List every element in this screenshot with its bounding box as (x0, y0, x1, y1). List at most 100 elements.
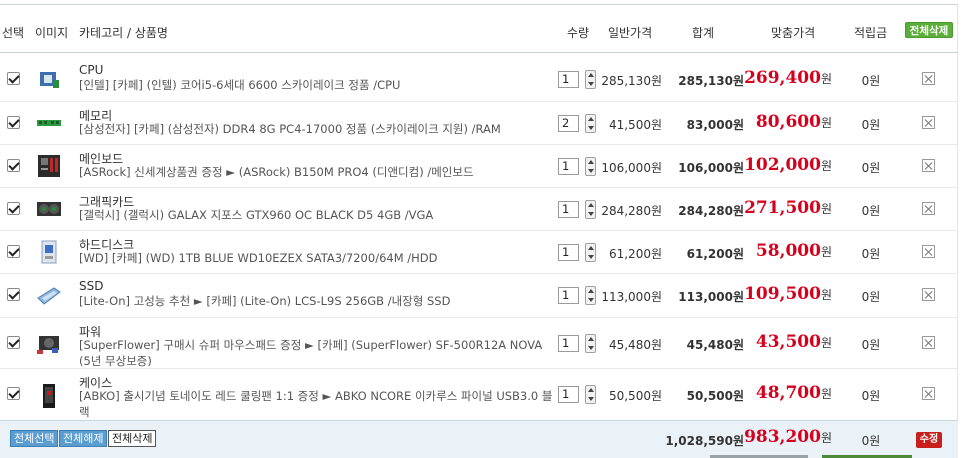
cart-footer: 전체선택 전체해제 전체삭제 1,028,590원 983,200원 0원 수정 (0, 420, 958, 458)
motherboard-icon[interactable] (36, 153, 62, 179)
item-points: 0원 (861, 160, 881, 175)
delete-all-button[interactable]: 전체삭제 (108, 430, 157, 447)
item-name[interactable]: [Lite-On] 고성능 추천 ► [카페] (Lite-On) LCS-L9… (79, 293, 554, 309)
quantity-stepper[interactable] (585, 286, 596, 305)
quantity-input[interactable]: 1 (558, 386, 579, 403)
case-icon[interactable] (36, 381, 62, 408)
won-unit: 원 (820, 158, 832, 173)
quantity-stepper[interactable] (585, 156, 596, 176)
header-price: 일반가격 (608, 26, 653, 40)
won-unit: 원 (820, 201, 832, 216)
item-name[interactable]: [SuperFlower] 구매시 슈퍼 마우스패드 증정 ► [카페] (Su… (79, 337, 554, 369)
table-header: 선택 이미지 카테고리 / 상품명 수량 일반가격 합계 맞춤가격 적립금 (0, 18, 958, 46)
delete-item-icon[interactable] (922, 158, 935, 172)
fit-price-value: 102,000 (744, 154, 821, 175)
item-points: 0원 (861, 389, 881, 403)
fit-price-value: 109,500 (744, 284, 821, 304)
edit-button[interactable]: 수정 (916, 432, 942, 448)
total-price: 1,028,590원 (665, 434, 744, 448)
fit-price-value: 269,400 (744, 68, 821, 88)
header-points: 적립금 (854, 26, 888, 40)
item-checkbox[interactable] (7, 72, 20, 85)
quantity-input[interactable]: 1 (558, 334, 579, 352)
item-sum: 285,130원 (678, 74, 744, 88)
item-checkbox[interactable] (7, 158, 20, 172)
item-price: 113,000원 (601, 290, 662, 304)
item-name[interactable]: [ASRock] 신세계상품권 증정 ► (ASRock) B150M PRO4… (79, 164, 554, 180)
item-checkbox[interactable] (7, 387, 20, 400)
delete-item-icon[interactable] (922, 72, 935, 85)
psu-icon[interactable] (36, 330, 62, 356)
won-unit: 원 (820, 115, 832, 130)
quantity-stepper[interactable] (585, 333, 596, 353)
quantity-input[interactable]: 1 (558, 157, 579, 175)
won-unit: 원 (820, 431, 832, 445)
delete-item-icon[interactable] (922, 335, 935, 349)
item-price: 41,500원 (608, 117, 662, 132)
item-name[interactable]: [ABKO] 출시기념 토네이도 레드 쿨링팬 1:1 증정 ► ABKO NC… (79, 388, 554, 420)
quantity-input[interactable]: 1 (558, 200, 579, 218)
delete-item-icon[interactable] (922, 288, 935, 301)
won-unit: 원 (820, 72, 832, 86)
quantity-input[interactable]: 1 (558, 243, 579, 261)
item-points: 0원 (861, 117, 881, 132)
won-unit: 원 (820, 387, 832, 401)
quantity-stepper[interactable] (585, 199, 596, 219)
header-category-name: 카테고리 / 상품명 (79, 26, 168, 40)
ram-icon[interactable] (36, 110, 62, 136)
header-select: 선택 (2, 26, 25, 40)
delete-item-icon[interactable] (922, 244, 935, 258)
item-name[interactable]: [WD] [카페] (WD) 1TB BLUE WD10EZEX SATA3/7… (79, 250, 554, 266)
item-category: SSD (79, 279, 104, 293)
item-points: 0원 (861, 74, 881, 88)
delete-item-icon[interactable] (922, 387, 935, 400)
item-fit-price: 48,700원 (740, 383, 832, 403)
header-fit-price: 맞춤가격 (771, 26, 816, 40)
fit-total-price: 983,200원 (740, 427, 832, 447)
item-price: 284,280원 (601, 203, 662, 218)
won-unit: 원 (820, 335, 832, 350)
item-sum: 83,000원 (686, 117, 744, 132)
item-checkbox[interactable] (7, 115, 20, 129)
item-checkbox[interactable] (7, 244, 20, 258)
select-all-button[interactable]: 전체선택 (10, 430, 59, 447)
item-fit-price: 58,000원 (740, 241, 832, 261)
item-sum: 61,200원 (686, 246, 744, 261)
delete-all-button-header[interactable]: 전체삭제 (905, 22, 953, 38)
fit-price-value: 48,700 (755, 383, 821, 403)
header-qty: 수량 (567, 26, 590, 40)
item-sum: 50,500원 (686, 389, 744, 403)
quantity-input[interactable]: 1 (558, 71, 579, 88)
cpu-icon[interactable] (36, 66, 62, 92)
item-checkbox[interactable] (7, 335, 20, 349)
quantity-stepper[interactable] (585, 113, 596, 133)
quantity-stepper[interactable] (585, 242, 596, 262)
item-price: 45,480원 (608, 337, 662, 352)
hdd-icon[interactable] (36, 239, 62, 265)
item-name[interactable]: [갤럭시] (갤럭시) GALAX 지포스 GTX960 OC BLACK D5… (79, 207, 554, 223)
delete-item-icon[interactable] (922, 201, 935, 215)
deselect-all-button[interactable]: 전체해제 (59, 430, 108, 447)
item-fit-price: 80,600원 (740, 112, 832, 132)
quantity-stepper[interactable] (585, 385, 596, 404)
item-points: 0원 (861, 337, 881, 352)
item-fit-price: 43,500원 (740, 332, 832, 352)
item-sum: 113,000원 (678, 290, 744, 304)
cart-table: 선택 이미지 카테고리 / 상품명 수량 일반가격 합계 맞춤가격 적립금 전체… (0, 0, 963, 458)
gpu-icon[interactable] (36, 196, 62, 222)
won-unit: 원 (820, 244, 832, 259)
item-name[interactable]: [삼성전자] [카페] (삼성전자) DDR4 8G PC4-17000 정품 … (79, 121, 554, 137)
item-fit-price: 271,500원 (740, 198, 832, 218)
ssd-icon[interactable] (36, 282, 62, 308)
item-price: 285,130원 (601, 74, 662, 88)
item-checkbox[interactable] (7, 201, 20, 215)
item-sum: 106,000원 (678, 160, 744, 175)
header-image: 이미지 (35, 26, 69, 40)
quantity-stepper[interactable] (585, 70, 596, 89)
quantity-input[interactable]: 1 (558, 287, 579, 304)
quantity-input[interactable]: 2 (558, 114, 579, 132)
top-border (0, 4, 958, 5)
delete-item-icon[interactable] (922, 115, 935, 129)
item-name[interactable]: [인텔] [카페] (인텔) 코어i5-6세대 6600 스카이레이크 정품 /… (79, 77, 554, 93)
item-checkbox[interactable] (7, 288, 20, 301)
